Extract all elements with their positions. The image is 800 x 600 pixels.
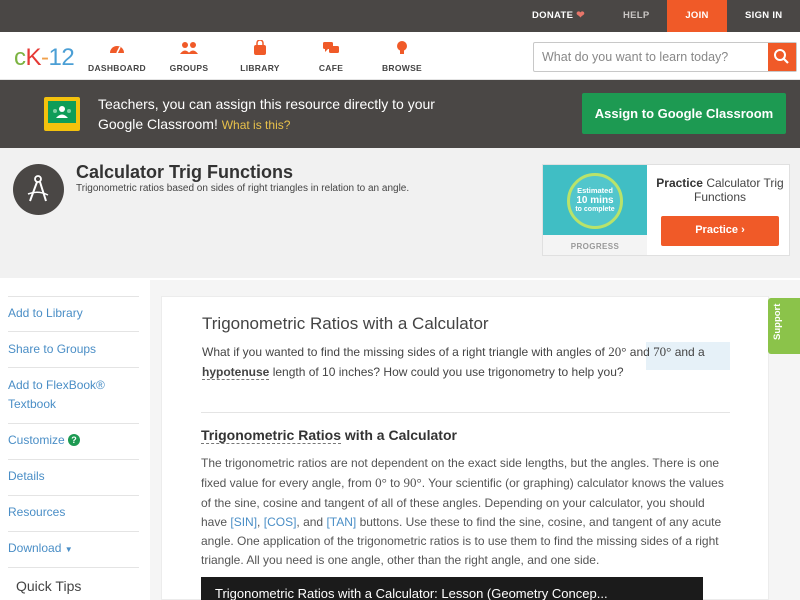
lightbulb-icon: [397, 41, 407, 54]
search-box: [533, 42, 797, 72]
progress-label: PROGRESS: [570, 242, 620, 251]
search-icon: [774, 49, 789, 64]
video-title: Trigonometric Ratios with a Calculator: …: [215, 586, 608, 600]
sidebar-item-download[interactable]: Download ▼: [8, 539, 123, 559]
google-classroom-icon: [44, 97, 80, 131]
lesson-title: Trigonometric Ratios with a Calculator: [202, 314, 489, 333]
what-is-this-link[interactable]: What is this?: [222, 118, 291, 132]
search-input[interactable]: [534, 43, 768, 71]
sidebar-item-share-to-groups[interactable]: Share to Groups: [8, 340, 123, 359]
hypotenuse-term[interactable]: hypotenuse: [202, 365, 270, 380]
compass-icon: [13, 164, 64, 215]
tan-link[interactable]: [TAN]: [326, 515, 356, 529]
quick-tips-heading: Quick Tips: [16, 578, 82, 594]
page-subtitle: Trigonometric ratios based on sides of r…: [76, 183, 410, 194]
sign-in-link[interactable]: SIGN IN: [745, 0, 782, 32]
speedometer-icon: [110, 46, 124, 54]
practice-button[interactable]: Practice ›: [661, 216, 779, 246]
ck12-logo[interactable]: cK-12: [14, 44, 75, 72]
practice-progress-image: Estimated 10 mins to complete PROGRESS: [543, 165, 647, 255]
sidebar-item-details[interactable]: Details: [8, 467, 123, 486]
page-title: Calculator Trig Functions: [76, 162, 294, 182]
cos-link[interactable]: [COS]: [264, 515, 297, 529]
estimated-time-badge: Estimated 10 mins to complete: [567, 173, 623, 229]
sidebar-item-customize[interactable]: Customize ?: [8, 431, 123, 450]
sidebar-item-add-to-flexbook[interactable]: Add to FlexBook® Textbook: [8, 376, 123, 414]
heart-icon: ❤: [576, 10, 585, 21]
nav-cafe[interactable]: CAFE: [296, 40, 366, 76]
divider: [201, 412, 730, 413]
practice-title: Practice Calculator Trig Functions: [656, 176, 784, 204]
sidebar-item-add-to-library[interactable]: Add to Library: [8, 304, 123, 323]
donate-link[interactable]: DONATE ❤: [532, 0, 585, 32]
video-player[interactable]: Trigonometric Ratios with a Calculator: …: [201, 577, 703, 600]
sidebar-item-resources[interactable]: Resources: [8, 503, 123, 522]
section-title: Trigonometric Ratios with a Calculator: [201, 427, 457, 444]
caret-down-icon: ▼: [64, 545, 73, 554]
lesson-intro: What if you wanted to find the missing s…: [202, 344, 705, 380]
chevron-right-icon: ›: [741, 224, 745, 236]
nav-dashboard[interactable]: DASHBOARD: [82, 40, 152, 76]
support-tab[interactable]: Support: [768, 298, 800, 354]
sin-link[interactable]: [SIN]: [230, 515, 257, 529]
join-button[interactable]: JOIN: [667, 0, 727, 32]
assign-to-google-classroom-button[interactable]: Assign to Google Classroom: [582, 93, 786, 134]
search-button[interactable]: [768, 43, 796, 71]
help-icon[interactable]: ?: [68, 434, 81, 446]
lesson-paragraph: The trigonometric ratios are not depende…: [201, 456, 724, 568]
people-icon: [180, 42, 198, 54]
nav-groups[interactable]: GROUPS: [154, 40, 224, 76]
chat-bubbles-icon: [323, 42, 339, 53]
nav-browse[interactable]: BROWSE: [367, 40, 437, 76]
classroom-banner-text: Teachers, you can assign this resource d…: [98, 96, 435, 132]
help-link[interactable]: HELP: [623, 0, 650, 32]
bag-icon: [254, 40, 266, 55]
nav-library[interactable]: LIBRARY: [225, 40, 295, 76]
practice-card: Estimated 10 mins to complete PROGRESS P…: [542, 164, 790, 256]
top-utility-bar: DONATE ❤ HELP JOIN SIGN IN: [0, 0, 800, 32]
